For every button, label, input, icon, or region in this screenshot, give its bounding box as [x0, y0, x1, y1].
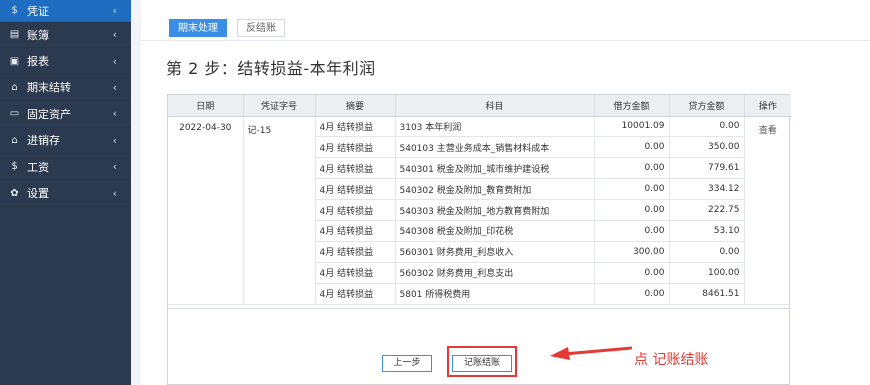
summary-cell: 4月 结转损益	[315, 220, 396, 242]
summary-cell: 4月 结转损益	[315, 241, 396, 263]
credit-cell: 100.00	[669, 262, 745, 284]
house-icon: ⌂	[11, 81, 18, 93]
report-icon: ▣	[9, 55, 20, 67]
book-icon: ▤	[9, 29, 20, 41]
sidebar-item-inventory[interactable]: ⌂ 进销存 ‹	[0, 128, 131, 154]
account-cell: 5801 所得税费用	[395, 283, 595, 305]
sidebar: $ 凭证 ‹ ▤ 账簿 ‹ ▣ 报表 ‹ ⌂ 期末结转 ‹ ▭ 固定资产 ‹ ⌂…	[0, 0, 131, 385]
sidebar-item-settings[interactable]: ✿ 设置 ‹	[0, 180, 131, 207]
summary-cell: 4月 结转损益	[315, 136, 396, 159]
dollar-icon: $	[11, 5, 18, 16]
table-row: 2022-04-30 记-15 4月 结转损益 3103 本年利润 10001.…	[168, 116, 791, 305]
voucher-table: 日期 凭证字号 摘要 科目 借方金额 贷方金额 操作 2022-04-30 记-…	[167, 94, 791, 385]
credit-cell: 779.61	[669, 157, 745, 180]
debit-cell: 0.00	[594, 199, 670, 221]
chevron-left-icon: ‹	[112, 54, 117, 68]
account-cell: 560301 财务费用_利息收入	[395, 241, 595, 263]
settings-icon: ✿	[10, 187, 19, 199]
summary-cell: 4月 结转损益	[315, 157, 396, 180]
chevron-left-icon: ‹	[112, 28, 117, 42]
main-content: 期末处理 反结账 第 2 步：结转损益-本年利润 日期 凭证字号 摘要 科目 借…	[141, 0, 870, 385]
post-and-close-button[interactable]: 记账结账	[452, 355, 512, 372]
annotation-text: 点 记账结账	[634, 352, 709, 368]
summary-cell: 4月 结转损益	[315, 283, 396, 305]
summary-cell: 4月 结转损益	[315, 178, 396, 201]
debit-cell: 0.00	[594, 262, 670, 284]
account-cell: 560302 财务费用_利息支出	[395, 262, 595, 284]
chevron-left-icon: ‹	[112, 107, 117, 121]
table-footer-divider	[168, 308, 789, 309]
credit-cell: 0.00	[669, 116, 745, 138]
debit-cell: 0.00	[594, 136, 670, 159]
chevron-left-icon: ‹	[112, 186, 117, 200]
voucher-no-cell: 记-15	[243, 116, 316, 305]
summary-cell: 4月 结转损益	[315, 116, 396, 138]
debit-cell: 300.00	[594, 241, 670, 263]
column-header: 借方金额	[594, 95, 670, 117]
credit-cell: 222.75	[669, 199, 745, 221]
prev-step-button[interactable]: 上一步	[382, 355, 432, 372]
page-title: 第 2 步：结转损益-本年利润	[166, 59, 376, 78]
chevron-left-icon: ‹	[112, 133, 117, 147]
chevron-left-icon: ‹	[112, 4, 117, 17]
tab-reverse-closing[interactable]: 反结账	[237, 19, 285, 37]
debit-cell: 0.00	[594, 220, 670, 242]
debit-cell: 10001.09	[594, 116, 670, 138]
account-cell: 540301 税金及附加_城市维护建设税	[395, 157, 595, 180]
account-cell: 3103 本年利润	[395, 116, 595, 138]
credit-cell: 350.00	[669, 136, 745, 159]
column-header: 摘要	[315, 95, 396, 117]
summary-cell: 4月 结转损益	[315, 262, 396, 284]
column-header: 贷方金额	[669, 95, 745, 117]
account-cell: 540302 税金及附加_教育费附加	[395, 178, 595, 201]
debit-cell: 0.00	[594, 157, 670, 180]
credit-cell: 53.10	[669, 220, 745, 242]
summary-cell: 4月 结转损益	[315, 199, 396, 221]
chevron-left-icon: ‹	[112, 80, 117, 94]
tab-period-end-processing[interactable]: 期末处理	[169, 19, 227, 37]
sidebar-item-ledger[interactable]: ▤ 账簿 ‹	[0, 22, 131, 49]
column-header: 凭证字号	[243, 95, 316, 117]
date-cell: 2022-04-30	[168, 116, 244, 305]
column-header: 日期	[168, 95, 244, 117]
debit-cell: 0.00	[594, 178, 670, 201]
debit-cell: 0.00	[594, 283, 670, 305]
tab-bar: 期末处理 反结账	[141, 17, 870, 41]
monitor-icon: ▭	[9, 108, 20, 120]
arrow-left-icon	[550, 346, 632, 360]
credit-cell: 8461.51	[669, 283, 745, 305]
sidebar-item-voucher[interactable]: $ 凭证 ‹	[0, 0, 131, 22]
column-header: 操作	[744, 95, 791, 117]
sidebar-item-fixed-assets[interactable]: ▭ 固定资产 ‹	[0, 101, 131, 128]
dollar-icon: $	[11, 161, 18, 173]
account-cell: 540103 主营业务成本_销售材料成本	[395, 136, 595, 159]
credit-cell: 0.00	[669, 241, 745, 263]
sidebar-item-period-end[interactable]: ⌂ 期末结转 ‹	[0, 75, 131, 102]
account-cell: 540308 税金及附加_印花税	[395, 220, 595, 242]
account-cell: 540303 税金及附加_地方教育费附加	[395, 199, 595, 221]
column-header: 科目	[395, 95, 595, 117]
credit-cell: 334.12	[669, 178, 745, 201]
sidebar-item-payroll[interactable]: $ 工资 ‹	[0, 154, 131, 181]
house-icon: ⌂	[11, 134, 18, 146]
chevron-left-icon: ‹	[112, 160, 117, 174]
sidebar-item-reports[interactable]: ▣ 报表 ‹	[0, 48, 131, 75]
view-link[interactable]: 查看	[759, 126, 777, 136]
